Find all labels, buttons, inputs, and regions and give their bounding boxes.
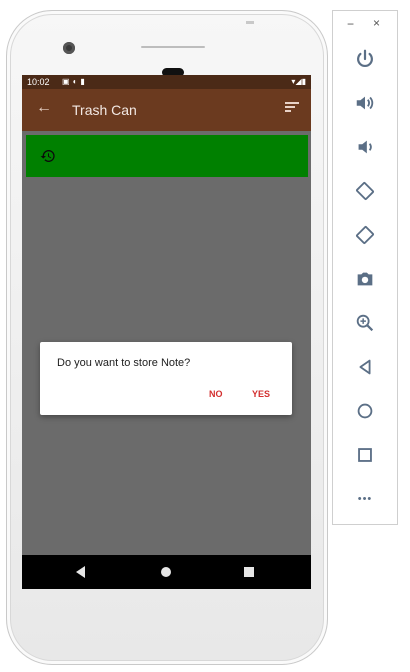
nav-home-icon[interactable] bbox=[161, 567, 171, 577]
back-triangle-icon bbox=[359, 359, 371, 375]
trash-list: Do you want to store Note? NO YES bbox=[22, 131, 311, 555]
back-button[interactable] bbox=[351, 353, 379, 381]
back-arrow-icon[interactable]: ← bbox=[36, 99, 52, 117]
home-circle-icon bbox=[357, 403, 373, 419]
volume-up-icon bbox=[356, 96, 374, 110]
list-item[interactable] bbox=[26, 135, 308, 177]
rotate-left-button[interactable] bbox=[351, 177, 379, 205]
camera-icon bbox=[357, 272, 373, 286]
status-time: 10:02 bbox=[27, 77, 50, 87]
nav-back-icon[interactable] bbox=[76, 566, 85, 578]
restore-icon[interactable] bbox=[40, 148, 56, 164]
home-button[interactable] bbox=[351, 397, 379, 425]
rotate-left-icon bbox=[356, 182, 374, 200]
speaker-slot bbox=[141, 46, 205, 48]
zoom-button[interactable] bbox=[351, 309, 379, 337]
emulator-toolbar: − × ••• bbox=[332, 10, 398, 525]
power-button[interactable] bbox=[351, 45, 379, 73]
front-camera bbox=[63, 42, 75, 54]
rotate-right-icon bbox=[356, 226, 374, 244]
volume-down-button[interactable] bbox=[351, 133, 379, 161]
notification-icons: ▣◐▮ bbox=[62, 75, 88, 89]
phone-top-button bbox=[246, 21, 254, 24]
app-bar: ← Trash Can bbox=[22, 89, 311, 131]
overview-square-icon bbox=[358, 448, 372, 462]
sort-icon[interactable] bbox=[285, 102, 299, 114]
no-button[interactable]: NO bbox=[209, 389, 223, 399]
sd-card-icon: ▮ bbox=[80, 77, 88, 86]
nav-recents-icon[interactable] bbox=[244, 567, 254, 577]
screenshot-button[interactable] bbox=[351, 265, 379, 293]
minimize-button[interactable]: − bbox=[347, 17, 354, 31]
confirm-dialog: Do you want to store Note? NO YES bbox=[40, 342, 292, 415]
device-screen: 10:02 ▣◐▮ ▾◢▮ ← Trash Can Do you want to… bbox=[22, 75, 311, 589]
navigation-bar bbox=[22, 555, 311, 589]
volume-down-icon bbox=[358, 140, 372, 154]
close-button[interactable]: × bbox=[373, 16, 380, 30]
system-icons: ▾◢▮ bbox=[291, 75, 306, 89]
more-options-button[interactable]: ••• bbox=[351, 485, 379, 513]
status-bar: 10:02 ▣◐▮ ▾◢▮ bbox=[22, 75, 311, 89]
overview-button[interactable] bbox=[351, 441, 379, 469]
page-title: Trash Can bbox=[72, 102, 137, 118]
power-icon bbox=[357, 49, 373, 68]
battery-icon: ▮ bbox=[301, 77, 306, 86]
yes-button[interactable]: YES bbox=[252, 389, 270, 399]
rotate-right-button[interactable] bbox=[351, 221, 379, 249]
calendar-icon: ▣ bbox=[62, 77, 73, 86]
zoom-icon bbox=[356, 314, 374, 332]
dialog-message: Do you want to store Note? bbox=[57, 357, 191, 369]
volume-up-button[interactable] bbox=[351, 89, 379, 117]
